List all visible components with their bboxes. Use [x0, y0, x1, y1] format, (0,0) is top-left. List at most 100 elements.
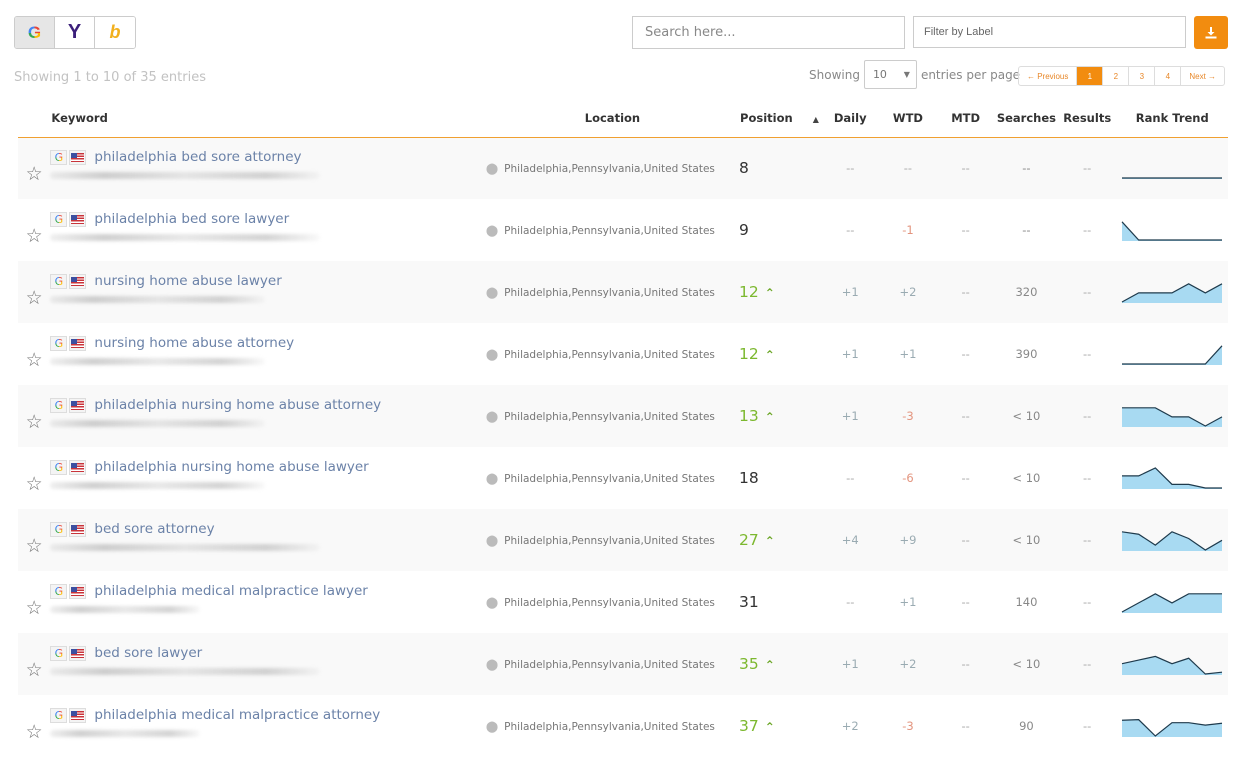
star-cell: ☆ — [18, 509, 50, 571]
keyword-link[interactable]: philadelphia nursing home abuse lawyer — [94, 459, 368, 475]
position-value: 13 — [739, 407, 759, 425]
rank-trend-cell — [1117, 199, 1228, 261]
page-1-button[interactable]: 1 — [1077, 67, 1104, 85]
position-value: 27 — [739, 531, 759, 549]
star-cell: ☆ — [18, 695, 50, 757]
keyword-link[interactable]: nursing home abuse lawyer — [94, 273, 281, 289]
page-2-button[interactable]: 2 — [1103, 67, 1130, 85]
results-value: -- — [1083, 409, 1092, 423]
col-position[interactable]: Position ▲ — [739, 100, 821, 138]
star-icon[interactable]: ☆ — [26, 535, 43, 557]
col-wtd[interactable]: WTD — [879, 100, 937, 138]
engine-google-button[interactable]: G — [15, 17, 55, 48]
position-cell: 31 — [739, 571, 821, 633]
download-button[interactable] — [1194, 16, 1228, 49]
col-results[interactable]: Results — [1057, 100, 1117, 138]
search-engine-toggle: G Y b — [14, 16, 136, 49]
position-cell: 8 — [739, 137, 821, 199]
searches-value: -- — [1022, 223, 1031, 237]
star-icon[interactable]: ☆ — [26, 349, 43, 371]
col-location[interactable]: Location — [485, 100, 740, 138]
location-cell: ⬤ Philadelphia,Pennsylvania,United States — [486, 385, 739, 447]
position-cell: 12 ⌃ — [739, 261, 821, 323]
next-page-button[interactable]: Next → — [1181, 67, 1224, 85]
yahoo-icon: Y — [67, 21, 82, 43]
results-value: -- — [1083, 595, 1092, 609]
mtd-change: -- — [961, 409, 970, 423]
position-cell: 13 ⌃ — [739, 385, 821, 447]
location-text: Philadelphia,Pennsylvania,United States — [504, 658, 715, 671]
wtd-change: -1 — [902, 223, 914, 237]
google-badge-icon: G — [50, 397, 68, 413]
results-value: -- — [1083, 223, 1092, 237]
us-flag-icon — [69, 521, 87, 537]
per-page-value: 10 — [872, 68, 887, 81]
map-pin-icon: ⬤ — [485, 223, 499, 237]
keyword-cell: G nursing home abuse attorney — [50, 323, 485, 385]
wtd-change: +1 — [899, 347, 917, 361]
previous-page-button[interactable]: ← Previous — [1019, 67, 1078, 85]
star-icon[interactable]: ☆ — [26, 473, 43, 495]
us-flag-icon — [69, 645, 87, 661]
location-text: Philadelphia,Pennsylvania,United States — [504, 596, 715, 609]
table-row: ☆ G philadelphia nursing home abuse lawy… — [18, 447, 1228, 509]
google-badge-icon: G — [50, 273, 68, 289]
keyword-link[interactable]: philadelphia medical malpractice attorne… — [94, 707, 380, 723]
keyword-link[interactable]: philadelphia bed sore attorney — [94, 149, 301, 165]
star-icon[interactable]: ☆ — [26, 411, 43, 433]
star-icon[interactable]: ☆ — [26, 163, 43, 185]
keyword-link[interactable]: bed sore attorney — [94, 521, 214, 537]
location-cell: ⬤ Philadelphia,Pennsylvania,United States — [486, 509, 739, 571]
blurred-url — [50, 234, 321, 241]
mtd-change: -- — [961, 595, 970, 609]
keyword-link[interactable]: philadelphia nursing home abuse attorney — [94, 397, 381, 413]
blurred-url — [50, 730, 201, 737]
filter-by-label-input[interactable] — [913, 16, 1186, 48]
table-row: ☆ G nursing home abuse lawyer ⬤ Philadelp… — [18, 261, 1228, 323]
star-icon[interactable]: ☆ — [26, 597, 43, 619]
keyword-link[interactable]: philadelphia medical malpractice lawyer — [94, 583, 367, 599]
searches-value: 140 — [1015, 595, 1038, 609]
chevron-up-icon: ⌃ — [764, 286, 775, 300]
per-page-suffix: entries per page — [920, 67, 1021, 82]
rank-trend-sparkline — [1122, 467, 1223, 489]
location-cell: ⬤ Philadelphia,Pennsylvania,United States — [486, 261, 739, 323]
table-row: ☆ G bed sore lawyer ⬤ Philadelphia,Pennsy… — [18, 633, 1228, 695]
map-pin-icon: ⬤ — [485, 347, 499, 361]
keyword-cell: G nursing home abuse lawyer — [50, 261, 485, 323]
col-keyword[interactable]: Keyword — [50, 100, 486, 138]
us-flag-icon — [69, 273, 87, 289]
page-3-button[interactable]: 3 — [1129, 67, 1156, 85]
google-badge-icon: G — [50, 335, 68, 351]
position-cell: 27 ⌃ — [739, 509, 821, 571]
position-value: 12 — [739, 283, 759, 301]
per-page-select[interactable]: 10 ▼ — [863, 60, 917, 89]
searches-value: < 10 — [1012, 657, 1041, 671]
keyword-link[interactable]: nursing home abuse attorney — [94, 335, 294, 351]
engine-bing-button[interactable]: b — [95, 17, 135, 48]
location-text: Philadelphia,Pennsylvania,United States — [504, 410, 715, 423]
star-cell: ☆ — [18, 633, 50, 695]
star-icon[interactable]: ☆ — [26, 721, 43, 743]
rank-trend-cell — [1117, 633, 1228, 695]
chevron-up-icon: ⌃ — [764, 348, 775, 362]
searches-value: 390 — [1015, 347, 1038, 361]
location-text: Philadelphia,Pennsylvania,United States — [504, 720, 715, 733]
star-icon[interactable]: ☆ — [26, 225, 43, 247]
wtd-change: +9 — [899, 533, 917, 547]
col-daily[interactable]: Daily — [820, 100, 880, 138]
page-4-button[interactable]: 4 — [1155, 67, 1182, 85]
star-icon[interactable]: ☆ — [26, 287, 43, 309]
results-value: -- — [1083, 719, 1092, 733]
keyword-link[interactable]: philadelphia bed sore lawyer — [94, 211, 289, 227]
engine-yahoo-button[interactable]: Y — [55, 17, 95, 48]
star-icon[interactable]: ☆ — [26, 659, 43, 681]
blurred-url — [50, 668, 321, 675]
google-icon: G — [27, 22, 42, 42]
search-input[interactable] — [632, 16, 905, 49]
col-mtd[interactable]: MTD — [936, 100, 996, 138]
wtd-change: +1 — [899, 595, 917, 609]
keyword-link[interactable]: bed sore lawyer — [94, 645, 202, 661]
position-cell: 12 ⌃ — [739, 323, 821, 385]
col-searches[interactable]: Searches — [995, 100, 1058, 138]
